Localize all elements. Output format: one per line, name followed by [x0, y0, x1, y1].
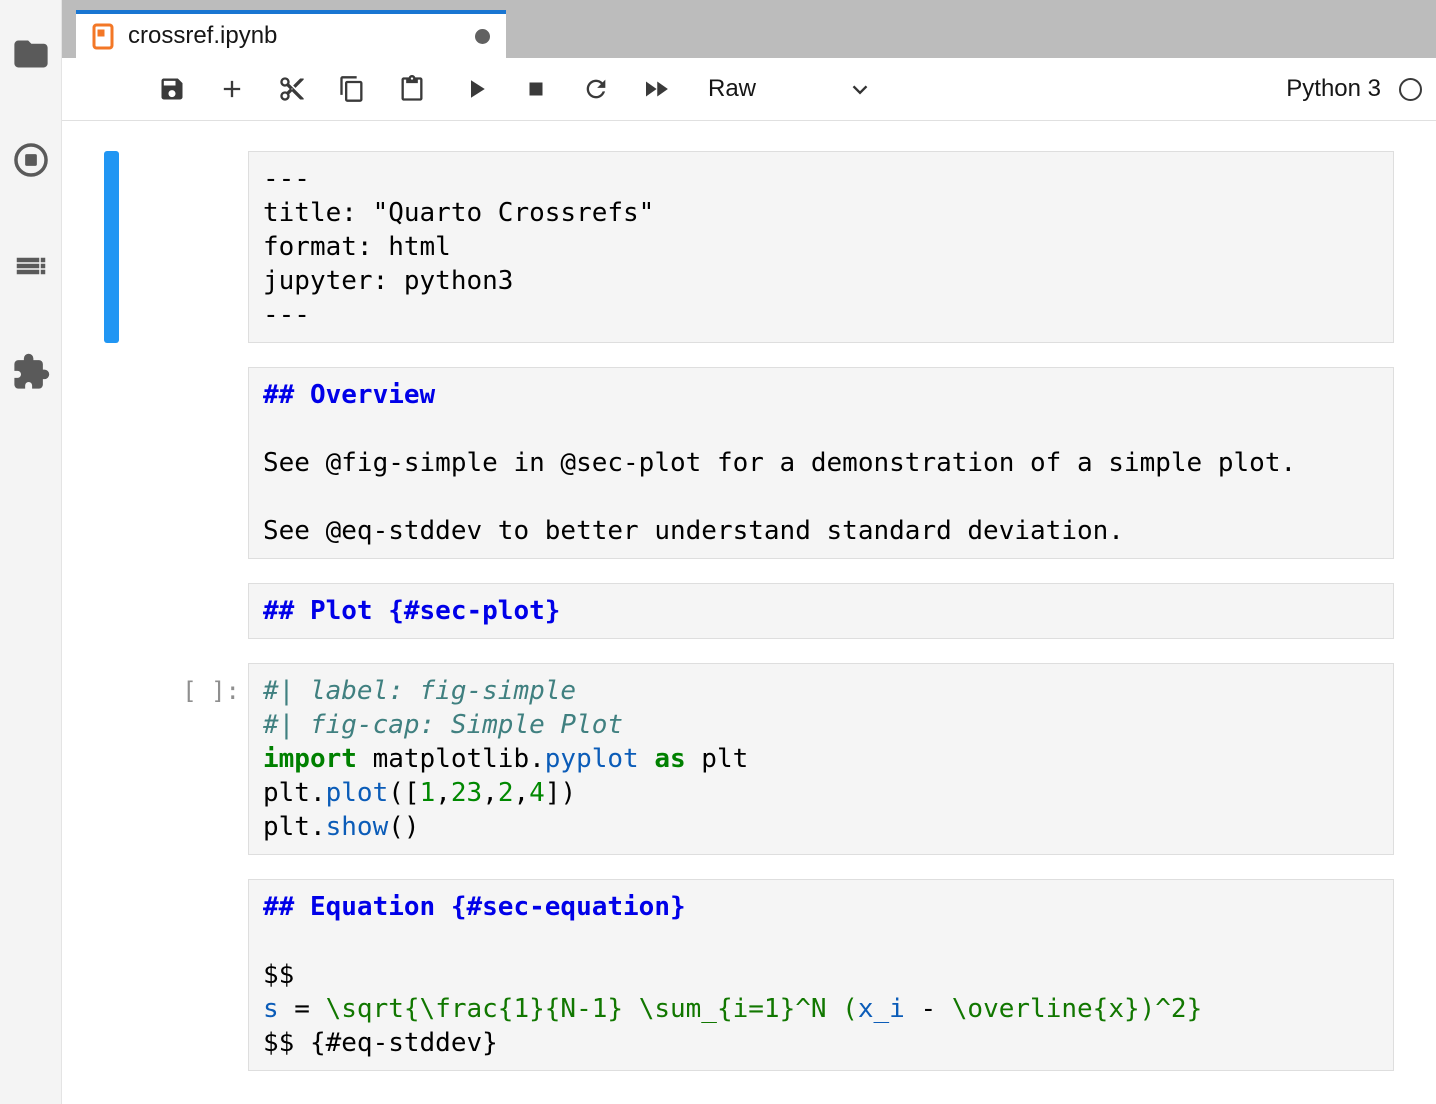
markdown-cell-plot-heading: ## Plot {#sec-plot} [62, 583, 1436, 639]
code-cell-plot: [ ]: #| label: fig-simple#| fig-cap: Sim… [62, 663, 1436, 855]
folder-icon [12, 35, 50, 73]
cell-collapser[interactable] [104, 663, 119, 855]
restart-run-all-button[interactable] [626, 67, 686, 111]
cell-collapser[interactable] [104, 367, 119, 559]
cell-type-dropdown[interactable]: Raw [708, 67, 873, 111]
cell-gutter: [ ]: [62, 663, 248, 855]
stop-circle-icon [12, 141, 50, 179]
cell-prompt [119, 367, 248, 559]
cell-editor[interactable]: #| label: fig-simple#| fig-cap: Simple P… [248, 663, 1394, 855]
cell-editor[interactable]: ## Overview See @fig-simple in @sec-plot… [248, 367, 1394, 559]
copy-cell-button[interactable] [322, 67, 382, 111]
kernel-name[interactable]: Python 3 [1286, 75, 1381, 103]
kernel-status-icon [1399, 78, 1422, 101]
cell-type-value: Raw [708, 75, 756, 103]
tab-crossref-ipynb[interactable]: crossref.ipynb [76, 10, 506, 58]
puzzle-icon [12, 353, 50, 391]
notebook-toolbar: Raw Python 3 [62, 58, 1436, 121]
cell-prompt [119, 583, 248, 639]
cell-prompt [119, 879, 248, 1071]
restart-icon [582, 75, 610, 103]
save-button[interactable] [142, 67, 202, 111]
file-browser-icon[interactable] [9, 32, 53, 76]
play-icon [461, 74, 491, 104]
cell-editor[interactable]: ---title: "Quarto Crossrefs"format: html… [248, 151, 1394, 343]
notebook-icon [92, 23, 114, 50]
cell-gutter [62, 367, 248, 559]
toolbar-right: Python 3 [1286, 75, 1422, 103]
cell-collapser[interactable] [104, 879, 119, 1071]
chevron-down-icon [847, 76, 873, 102]
list-icon [13, 248, 49, 284]
jupyterlab-window: crossref.ipynb [0, 0, 1436, 1104]
cell-gutter [62, 151, 248, 343]
execution-prompt: [ ]: [119, 663, 248, 855]
run-cell-button[interactable] [446, 67, 506, 111]
cell-editor[interactable]: ## Equation {#sec-equation} $$s = \sqrt{… [248, 879, 1394, 1071]
cell-gutter [62, 583, 248, 639]
cell-editor[interactable]: ## Plot {#sec-plot} [248, 583, 1394, 639]
paste-cell-button[interactable] [382, 67, 442, 111]
copy-icon [338, 75, 366, 103]
table-of-contents-icon[interactable] [9, 244, 53, 288]
extension-manager-icon[interactable] [9, 350, 53, 394]
cut-cell-button[interactable] [262, 67, 322, 111]
unsaved-changes-indicator[interactable] [475, 29, 490, 44]
notebook-panel: ---title: "Quarto Crossrefs"format: html… [62, 121, 1436, 1104]
main-area: crossref.ipynb [62, 0, 1436, 1104]
tab-title: crossref.ipynb [128, 22, 277, 50]
interrupt-kernel-button[interactable] [506, 67, 566, 111]
activity-bar [0, 0, 62, 1104]
cell-prompt [119, 151, 248, 343]
running-kernels-icon[interactable] [9, 138, 53, 182]
plus-icon [218, 75, 246, 103]
cell-collapser[interactable] [104, 151, 119, 343]
stop-icon [523, 76, 549, 102]
restart-kernel-button[interactable] [566, 67, 626, 111]
markdown-cell-overview: ## Overview See @fig-simple in @sec-plot… [62, 367, 1436, 559]
save-icon [158, 75, 186, 103]
scissors-icon [278, 75, 306, 103]
add-cell-button[interactable] [202, 67, 262, 111]
tab-bar: crossref.ipynb [62, 0, 1436, 58]
raw-cell-frontmatter: ---title: "Quarto Crossrefs"format: html… [62, 151, 1436, 343]
cell-gutter [62, 879, 248, 1071]
markdown-cell-equation: ## Equation {#sec-equation} $$s = \sqrt{… [62, 879, 1436, 1071]
clipboard-icon [398, 75, 426, 103]
cell-collapser[interactable] [104, 583, 119, 639]
fast-forward-icon [641, 74, 671, 104]
